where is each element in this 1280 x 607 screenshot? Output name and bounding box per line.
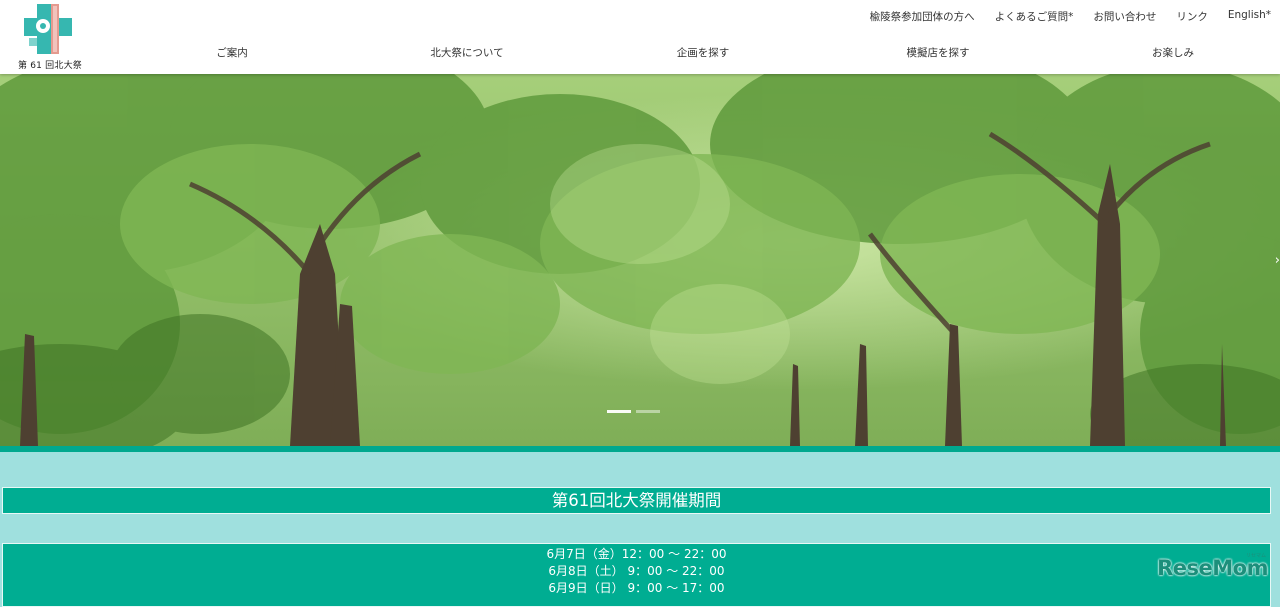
site-logo[interactable]: 第 61 回北大祭 xyxy=(18,2,82,71)
main-nav: ご案内 北大祭について 企画を探す 模擬店を探す お楽しみ xyxy=(115,45,1280,61)
resemom-watermark: ReseMom リセマム xyxy=(1157,553,1268,580)
slider-dot[interactable] xyxy=(607,410,631,413)
slider-dots xyxy=(607,410,660,413)
schedule-day-2: 6月8日（土） 9：00 〜 22：00 xyxy=(548,564,725,578)
util-link-contact[interactable]: お問い合わせ xyxy=(1093,9,1156,24)
utility-nav: 楡陵祭参加団体の方へ よくあるご質問* お問い合わせ リンク English* xyxy=(870,9,1271,24)
nav-item-fun[interactable]: お楽しみ xyxy=(1152,45,1194,60)
schedule-day-3: 6月9日（日） 9：00 〜 17：00 xyxy=(548,581,725,595)
nav-item-guide[interactable]: ご案内 xyxy=(216,45,248,60)
util-link-participants[interactable]: 楡陵祭参加団体の方へ xyxy=(870,9,975,24)
period-title: 第61回北大祭開催期間 xyxy=(2,487,1271,514)
nav-item-events[interactable]: 企画を探す xyxy=(677,45,730,60)
watermark-sub: リセマム xyxy=(1245,553,1266,559)
util-link-english[interactable]: English* xyxy=(1228,9,1271,24)
hero-slider[interactable]: › xyxy=(0,74,1280,446)
schedule-day-1: 6月7日（金）12：00 〜 22：00 xyxy=(546,547,727,561)
divider-bar xyxy=(0,446,1280,452)
watermark-logo: ReseMom xyxy=(1157,556,1268,580)
hero-image xyxy=(0,74,1280,446)
schedule-box: 6月7日（金）12：00 〜 22：00 6月8日（土） 9：00 〜 22：0… xyxy=(2,543,1271,607)
slider-next-icon[interactable]: › xyxy=(1272,252,1280,270)
util-link-faq[interactable]: よくあるご質問* xyxy=(995,9,1074,24)
nav-item-stalls[interactable]: 模擬店を探す xyxy=(907,45,970,60)
util-link-links[interactable]: リンク xyxy=(1176,9,1208,24)
site-header: 第 61 回北大祭 楡陵祭参加団体の方へ よくあるご質問* お問い合わせ リンク… xyxy=(0,0,1280,74)
slider-dot[interactable] xyxy=(636,410,660,413)
festival-logo-icon xyxy=(24,4,72,54)
nav-item-about[interactable]: 北大祭について xyxy=(430,45,503,60)
logo-text: 第 61 回北大祭 xyxy=(18,61,82,71)
